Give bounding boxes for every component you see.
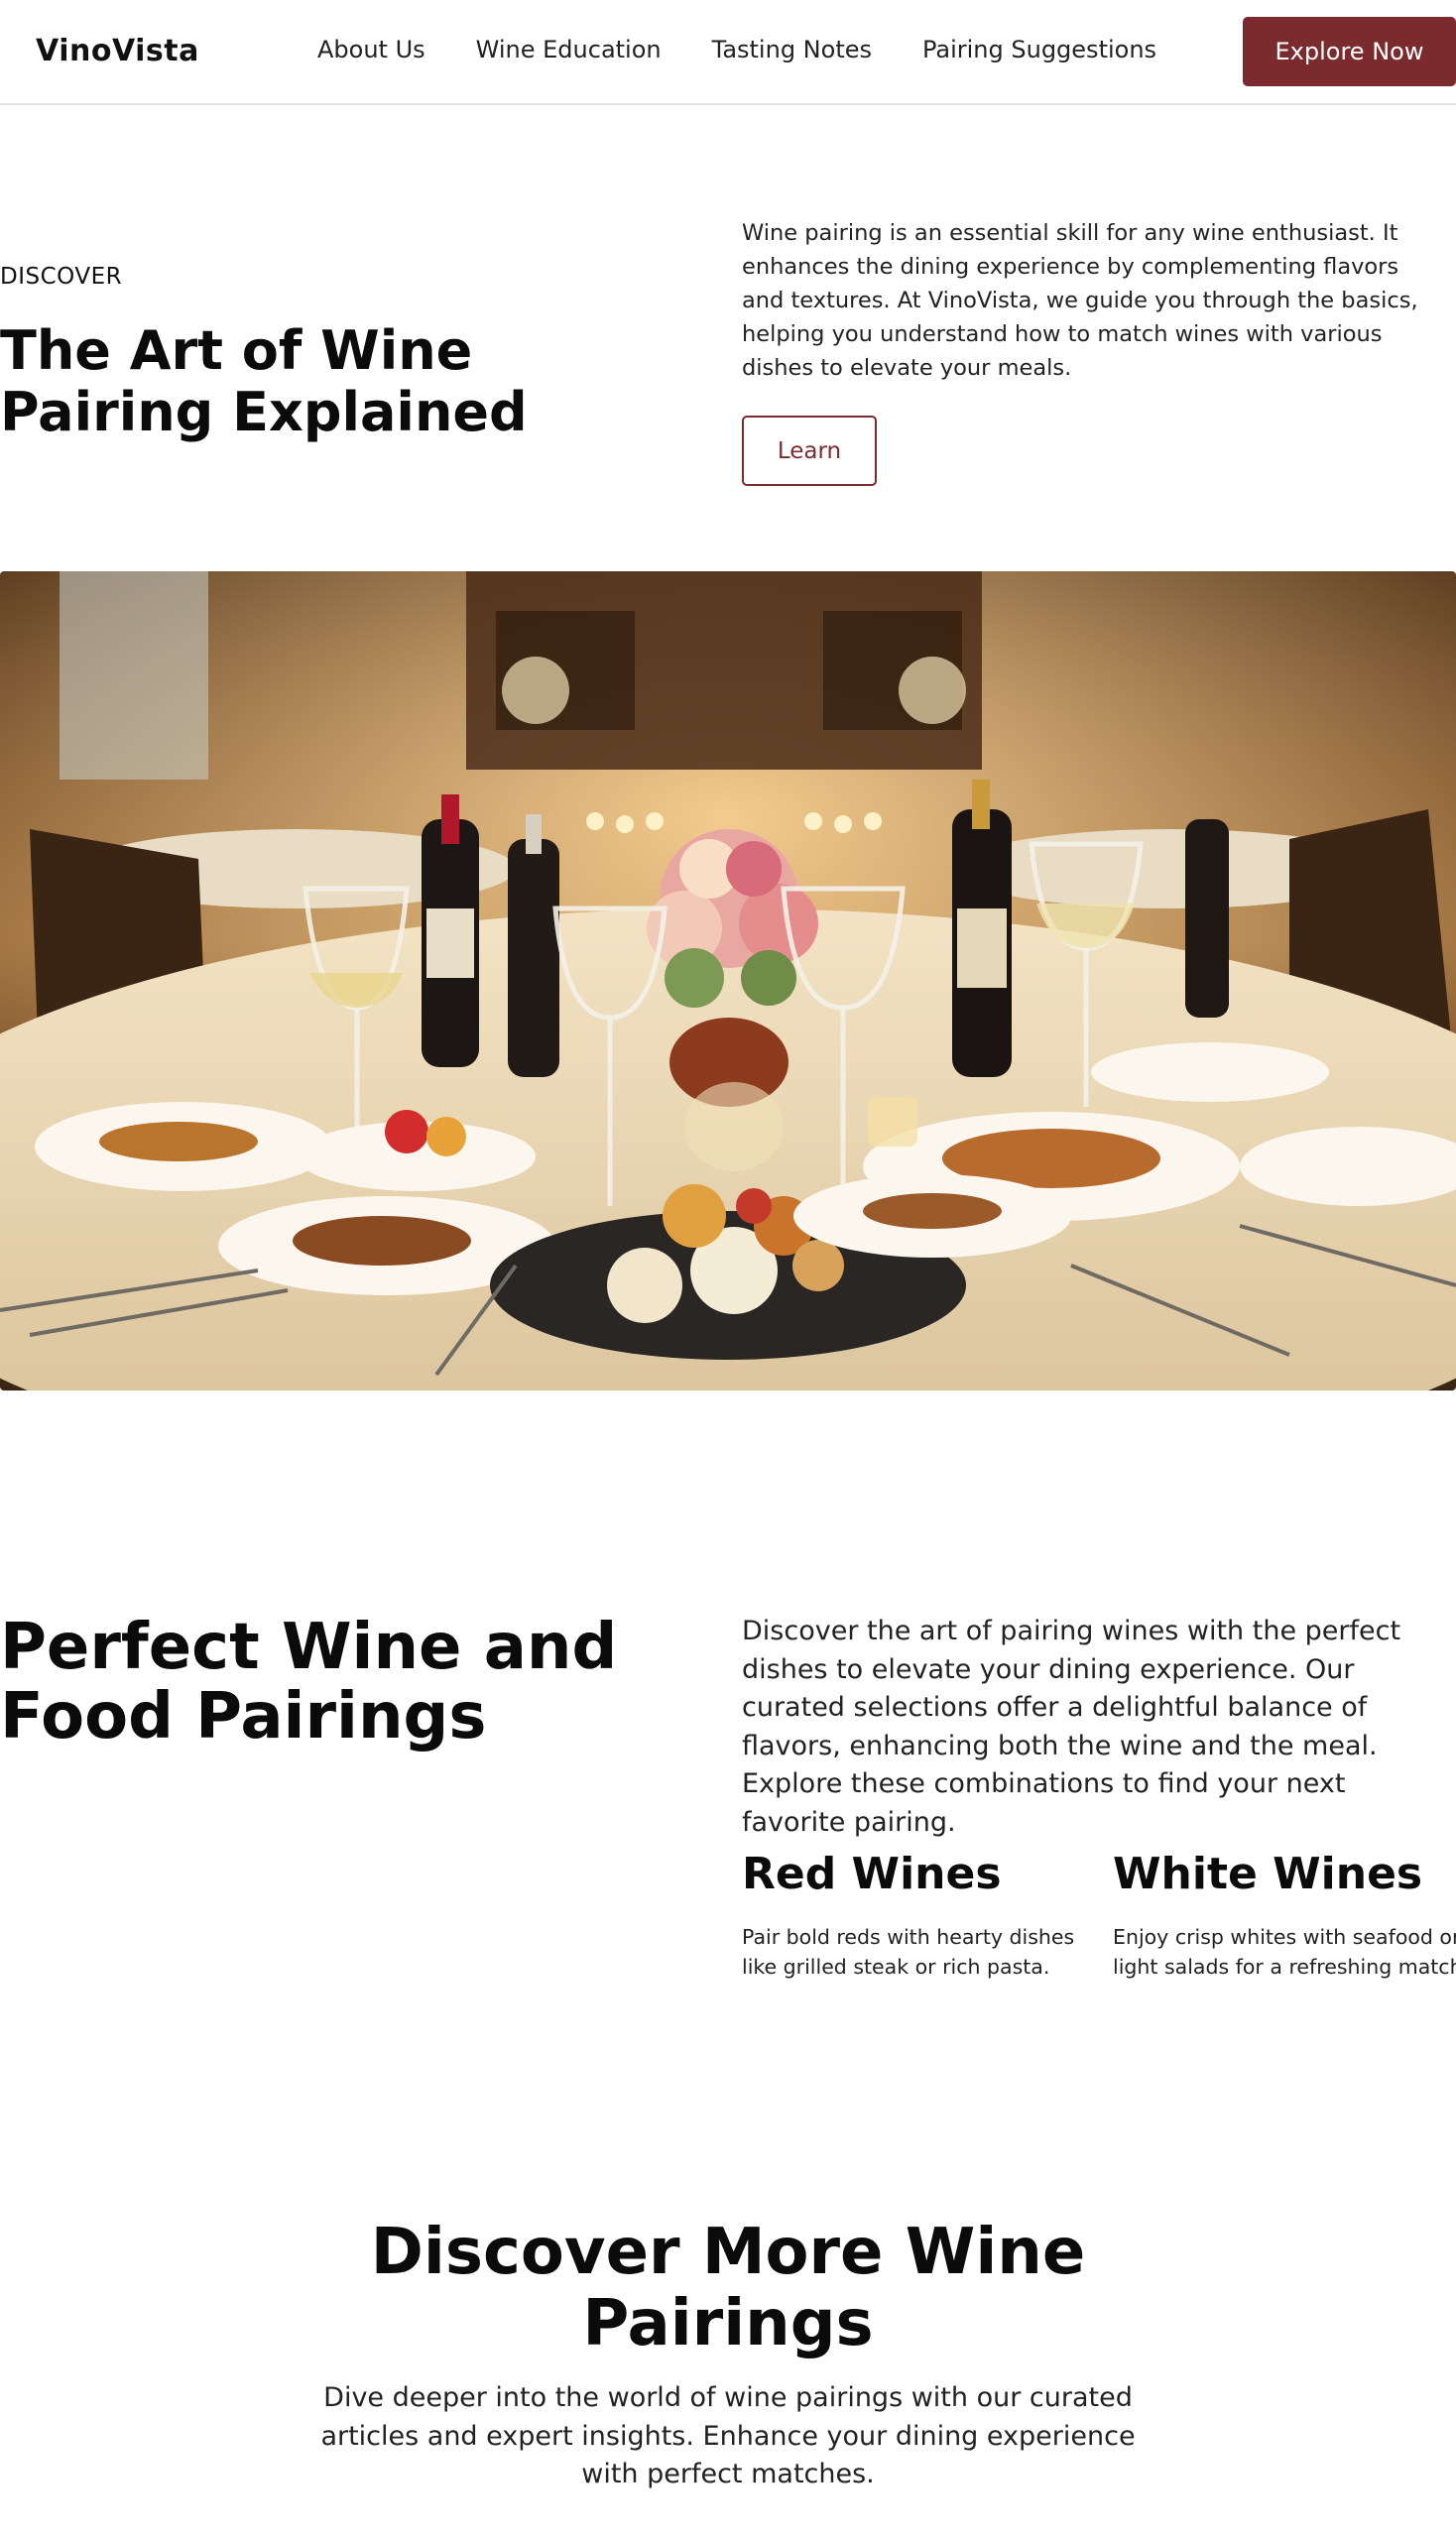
nav-link-about-us[interactable]: About Us (317, 36, 425, 63)
white-wines-text: Enjoy crisp whites with seafood or light… (1113, 1925, 1456, 1979)
hero-title: The Art of Wine Pairing Explained (0, 319, 528, 443)
pairings-title: Perfect Wine and Food Pairings (0, 1611, 618, 1753)
red-wines-title: Red Wines (742, 1849, 1002, 1899)
hero-description: Wine pairing is an essential skill for a… (742, 220, 1418, 381)
hero-eyebrow: DISCOVER (0, 264, 123, 290)
learn-button[interactable]: Learn (742, 416, 877, 486)
nav-link-pairing-suggestions[interactable]: Pairing Suggestions (922, 36, 1156, 63)
site-header: VinoVista About Us Wine Education Tastin… (0, 0, 1456, 105)
hero-image (0, 571, 1456, 1390)
nav-link-wine-education[interactable]: Wine Education (476, 36, 662, 63)
explore-now-button[interactable]: Explore Now (1243, 17, 1456, 86)
site-logo[interactable]: VinoVista (36, 34, 199, 68)
red-wines-card: Red Wines Pair bold reds with hearty dis… (742, 1849, 1099, 1982)
discover-more-title: Discover More Wine Pairings (370, 2216, 1086, 2360)
red-wines-text: Pair bold reds with hearty dishes like g… (742, 1925, 1075, 1979)
nav-link-tasting-notes[interactable]: Tasting Notes (712, 36, 872, 63)
dining-table-illustration (0, 571, 1456, 1390)
white-wines-title: White Wines (1113, 1849, 1423, 1899)
white-wines-card: White Wines Enjoy crisp whites with seaf… (1113, 1849, 1456, 1982)
discover-more-description: Dive deeper into the world of wine pairi… (320, 2382, 1136, 2489)
main-nav: About Us Wine Education Tasting Notes Pa… (317, 36, 1156, 63)
pairings-description: Discover the art of pairing wines with t… (742, 1616, 1401, 1838)
